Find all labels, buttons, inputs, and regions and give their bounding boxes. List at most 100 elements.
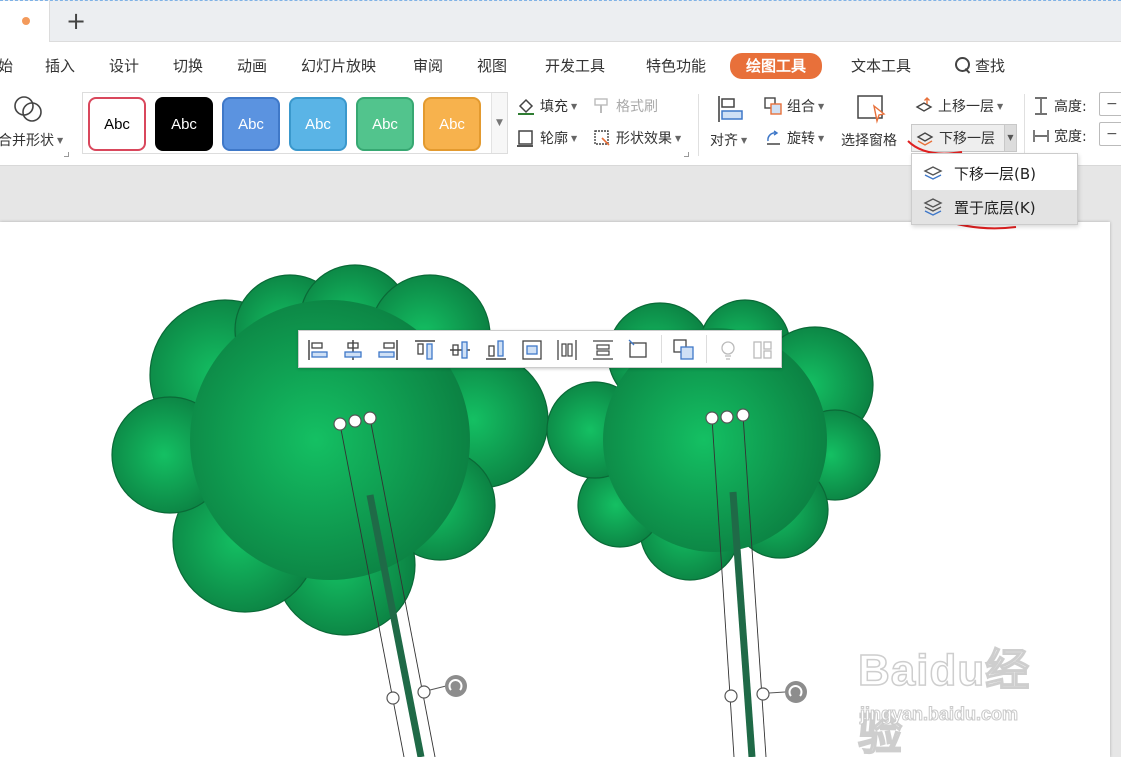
- align-slide-icon[interactable]: [626, 337, 652, 363]
- outline-icon: [517, 130, 533, 147]
- height-icon: [1035, 97, 1047, 115]
- watermark-url: jingyan.baidu.com: [859, 704, 1019, 725]
- menu-bar: 始 插入 设计 切换 动画 幻灯片放映 审阅 视图 开发工具 特色功能 绘图工具…: [0, 42, 1121, 88]
- menu-design[interactable]: 设计: [109, 54, 139, 78]
- format-painter-button[interactable]: 格式刷: [592, 96, 658, 116]
- align-center-icon[interactable]: [340, 337, 366, 363]
- format-painter-label: 格式刷: [616, 99, 658, 115]
- height-label-group: 高度:: [1032, 96, 1087, 116]
- new-tab-button[interactable]: +: [62, 7, 90, 35]
- unsaved-dot-icon: [22, 17, 30, 25]
- rotate-icon: [767, 130, 780, 145]
- style-white[interactable]: Abc: [88, 97, 146, 151]
- floating-align-toolbar: [298, 330, 782, 368]
- ribbon-separator: [698, 94, 699, 156]
- style-group-expander[interactable]: [684, 152, 689, 157]
- menu-send-to-back-label: 置于底层(K): [954, 198, 1036, 217]
- menu-insert[interactable]: 插入: [45, 54, 75, 78]
- menu-slideshow[interactable]: 幻灯片放映: [301, 54, 376, 78]
- align-button[interactable]: 对齐 ▼: [710, 130, 747, 150]
- group-icon[interactable]: [671, 337, 697, 363]
- align-right-icon[interactable]: [375, 337, 401, 363]
- height-label: 高度:: [1054, 99, 1087, 115]
- menu-review[interactable]: 审阅: [413, 54, 443, 78]
- height-input[interactable]: −: [1099, 92, 1121, 116]
- gallery-scroll-button[interactable]: ▼: [491, 93, 507, 153]
- menu-text-tools[interactable]: 文本工具: [851, 54, 911, 78]
- lightbulb-icon[interactable]: [715, 337, 741, 363]
- style-orange[interactable]: Abc: [423, 97, 481, 151]
- tab-bar: +: [0, 0, 1121, 42]
- width-label: 宽度:: [1054, 129, 1087, 145]
- rotate-label: 旋转: [787, 131, 815, 147]
- split-view-icon[interactable]: [750, 337, 776, 363]
- outline-button[interactable]: 轮廓 ▼: [516, 128, 577, 148]
- align-slide-center-icon[interactable]: [519, 337, 545, 363]
- menu-send-to-back[interactable]: 置于底层(K): [912, 190, 1077, 224]
- group-expander[interactable]: [64, 152, 69, 157]
- shape-effects-button[interactable]: 形状效果 ▼: [592, 128, 681, 148]
- document-tab[interactable]: [0, 1, 50, 42]
- menu-send-backward[interactable]: 下移一层(B): [912, 156, 1077, 190]
- group-icon: [764, 97, 782, 115]
- bring-forward-button[interactable]: 上移一层 ▼: [914, 96, 1003, 116]
- align-top-icon[interactable]: [412, 337, 438, 363]
- align-icon[interactable]: [716, 94, 746, 124]
- send-backward-label: 下移一层: [939, 131, 995, 147]
- style-black[interactable]: Abc: [155, 97, 213, 151]
- fill-icon: [518, 98, 534, 115]
- watermark-brand: Baidu经验: [857, 645, 1031, 757]
- send-backward-icon: [916, 132, 934, 146]
- distribute-horizontal-icon[interactable]: [554, 337, 580, 363]
- style-green[interactable]: Abc: [356, 97, 414, 151]
- menu-special[interactable]: 特色功能: [646, 54, 706, 78]
- align-bottom-icon[interactable]: [483, 337, 509, 363]
- style-blue[interactable]: Abc: [222, 97, 280, 151]
- shape-effects-icon: [594, 130, 610, 146]
- send-backward-button[interactable]: 下移一层 ▼: [911, 124, 1017, 152]
- width-input[interactable]: −: [1099, 122, 1121, 146]
- send-backward-menu: 下移一层(B) 置于底层(K): [911, 153, 1078, 225]
- fill-button[interactable]: 填充 ▼: [516, 96, 577, 116]
- align-left-icon[interactable]: [305, 337, 331, 363]
- merge-shapes-icon[interactable]: [12, 92, 44, 124]
- merge-shapes-label: 合并形状: [0, 133, 54, 149]
- align-label: 对齐: [710, 133, 738, 149]
- fill-label: 填充: [540, 99, 568, 115]
- search-label: 查找: [975, 57, 1006, 75]
- merge-shapes-button[interactable]: 合并形状 ▼: [0, 130, 63, 150]
- align-middle-icon[interactable]: [447, 337, 473, 363]
- menu-animation[interactable]: 动画: [237, 54, 267, 78]
- baidu-watermark: Baidu经验 jingyan.baidu.com: [857, 634, 1068, 757]
- toolbar-separator: [661, 335, 662, 363]
- toolbar-separator: [706, 335, 707, 363]
- selection-pane-label: 选择窗格: [841, 133, 897, 149]
- distribute-vertical-icon[interactable]: [590, 337, 616, 363]
- selection-pane-button[interactable]: 选择窗格: [841, 130, 897, 150]
- shape-style-gallery: Abc Abc Abc Abc Abc Abc ▼: [82, 92, 508, 154]
- style-light-blue[interactable]: Abc: [289, 97, 347, 151]
- send-backward-icon: [923, 166, 943, 180]
- send-to-back-icon: [923, 198, 943, 216]
- format-painter-icon: [594, 98, 608, 113]
- menu-developer[interactable]: 开发工具: [545, 54, 605, 78]
- group-button[interactable]: 组合 ▼: [763, 96, 824, 116]
- search-icon: [955, 57, 971, 73]
- outline-label: 轮廓: [540, 131, 568, 147]
- bring-forward-icon: [915, 97, 933, 112]
- bring-forward-label: 上移一层: [938, 99, 994, 115]
- menu-view[interactable]: 视图: [477, 54, 507, 78]
- ribbon-separator: [1024, 94, 1025, 156]
- menu-send-backward-label: 下移一层(B): [954, 164, 1036, 183]
- send-backward-dropdown-arrow[interactable]: ▼: [1004, 125, 1016, 151]
- rotate-button[interactable]: 旋转 ▼: [763, 128, 824, 148]
- width-label-group: 宽度:: [1032, 126, 1087, 146]
- menu-drawing-tools[interactable]: 绘图工具: [730, 53, 823, 79]
- menu-transition[interactable]: 切换: [173, 54, 203, 78]
- width-icon: [1033, 130, 1049, 142]
- search-button[interactable]: 查找: [955, 54, 1005, 78]
- group-label: 组合: [787, 99, 815, 115]
- selection-pane-icon[interactable]: [856, 94, 888, 124]
- menu-start[interactable]: 始: [0, 54, 13, 78]
- shape-effects-label: 形状效果: [616, 131, 672, 147]
